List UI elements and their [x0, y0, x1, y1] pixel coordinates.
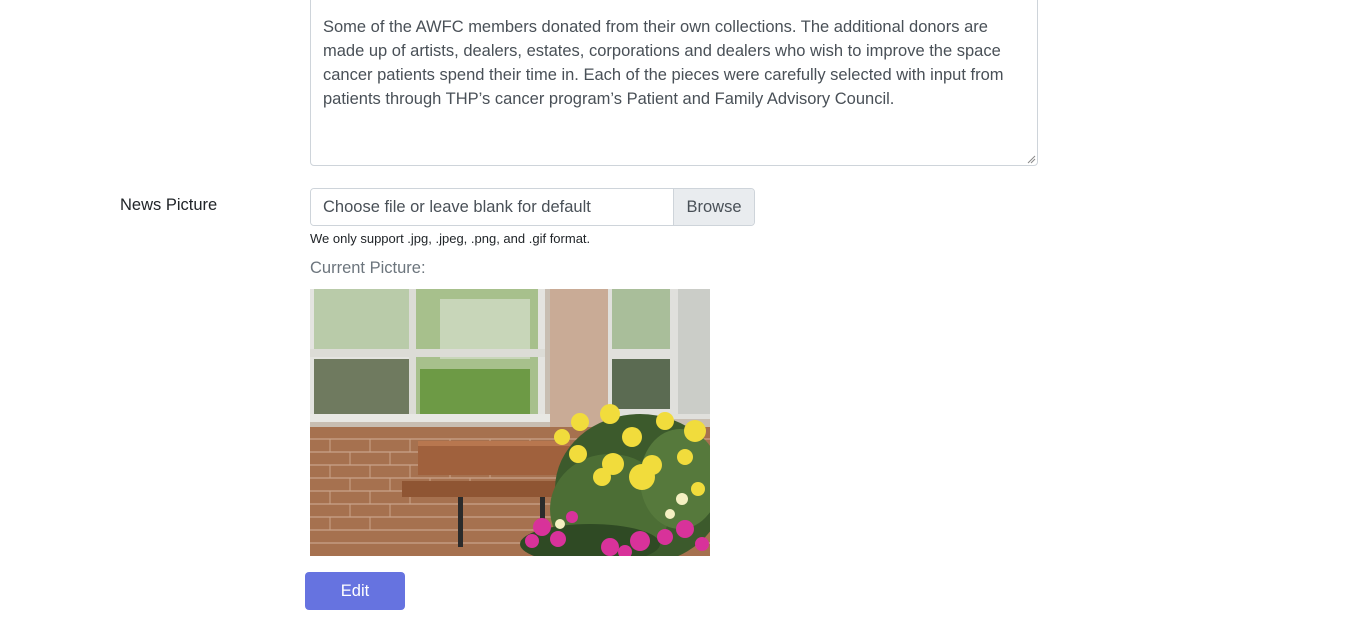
current-picture-label: Current Picture: — [310, 259, 426, 277]
edit-news-form: Some of the AWFC members donated from th… — [0, 0, 1349, 618]
description-text: Some of the AWFC members donated from th… — [323, 18, 1004, 108]
resize-grip-icon[interactable] — [1026, 154, 1036, 164]
news-picture-label: News Picture — [120, 196, 218, 214]
current-picture-image — [310, 289, 710, 556]
news-picture-file-input[interactable]: Choose file or leave blank for default B… — [310, 188, 755, 226]
description-textarea[interactable]: Some of the AWFC members donated from th… — [310, 0, 1038, 166]
file-format-help-text: We only support .jpg, .jpeg, .png, and .… — [310, 231, 591, 246]
browse-button[interactable]: Browse — [673, 189, 754, 225]
flowers-bench-photo — [310, 289, 710, 556]
file-input-placeholder[interactable]: Choose file or leave blank for default — [311, 189, 673, 225]
edit-button[interactable]: Edit — [305, 572, 405, 610]
